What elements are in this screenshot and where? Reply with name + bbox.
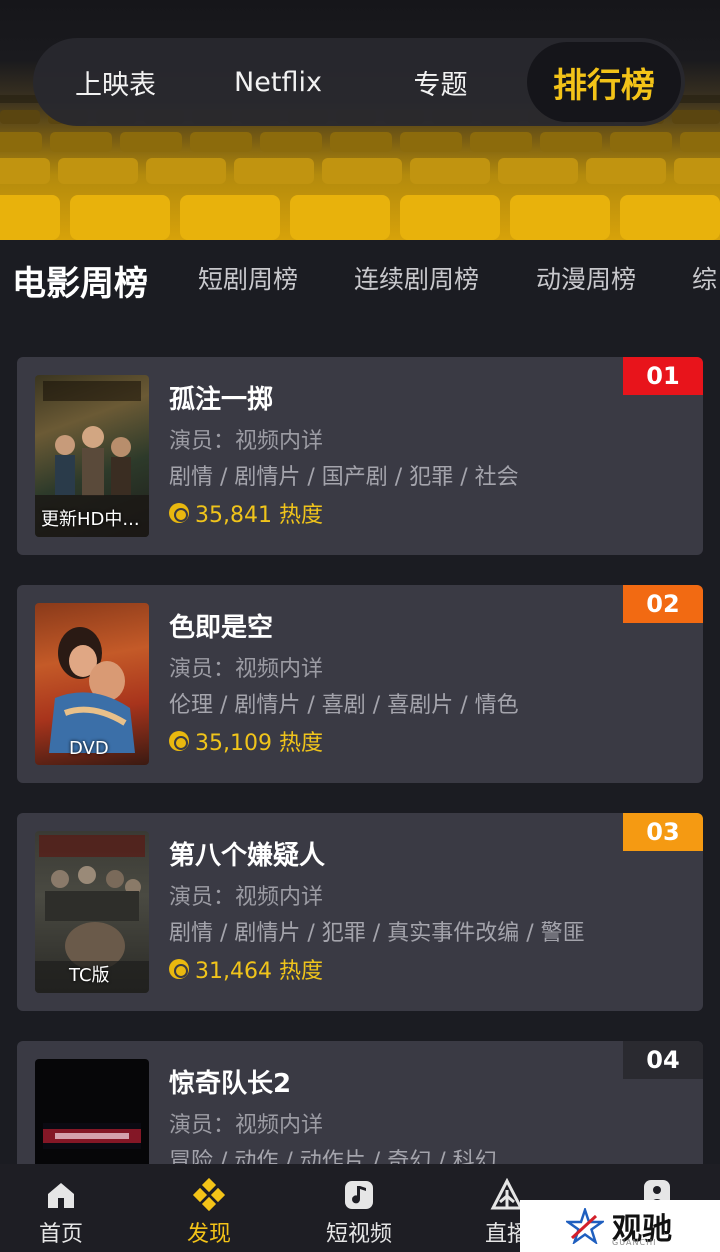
movie-actor: 演员：视频内详: [169, 1113, 324, 1138]
tab-anime-weekly[interactable]: 动漫周榜: [536, 260, 636, 296]
movie-card[interactable]: TC版 03 第八个嫌疑人 演员：视频内详 剧情 / 剧情片 / 犯罪 / 真实…: [17, 813, 703, 1011]
nav-short-video[interactable]: 短视频: [304, 1172, 414, 1248]
movie-card[interactable]: 04 惊奇队长2 演员：视频内详 冒险 / 动作 / 动作片 / 奇幻 / 科幻: [17, 1041, 703, 1164]
live-icon: [490, 1178, 524, 1210]
tab-variety-weekly[interactable]: 综: [692, 260, 717, 296]
tab-topics[interactable]: 专题: [358, 42, 523, 122]
rank-badge: 04: [623, 1041, 703, 1079]
tab-rankings[interactable]: 排行榜: [527, 42, 681, 122]
movie-poster[interactable]: DVD: [35, 603, 149, 765]
category-tab-bar: 电影周榜 短剧周榜 连续剧周榜 动漫周榜 综: [0, 240, 720, 320]
movie-actor: 演员：视频内详: [169, 885, 324, 910]
ranking-list: 更新HD中... 01 孤注一掷 演员：视频内详 剧情 / 剧情片 / 国产剧 …: [0, 320, 720, 1164]
movie-heat: 35,109 热度: [169, 725, 323, 757]
watermark: 观驰 GUANCHI: [520, 1200, 720, 1252]
tab-movie-weekly[interactable]: 电影周榜: [12, 256, 148, 305]
movie-title[interactable]: 惊奇队长2: [169, 1063, 291, 1100]
rank-badge: 03: [623, 813, 703, 851]
watermark-subtext: GUANCHI: [612, 1238, 657, 1247]
rank-badge: 02: [623, 585, 703, 623]
home-icon: [48, 1183, 74, 1208]
header-banner: 上映表 Netflix 专题 排行榜: [0, 0, 720, 240]
movie-title[interactable]: 第八个嫌疑人: [169, 835, 325, 872]
movie-genres: 伦理 / 剧情片 / 喜剧 / 喜剧片 / 情色: [169, 693, 519, 718]
movie-actor: 演员：视频内详: [169, 429, 324, 454]
poster-status-tag: TC版: [69, 965, 110, 986]
movie-poster[interactable]: 更新HD中...: [35, 375, 149, 537]
music-note-icon: [345, 1181, 373, 1209]
tab-netflix[interactable]: Netflix: [198, 42, 358, 122]
movie-poster[interactable]: [35, 1059, 149, 1164]
tab-short-drama-weekly[interactable]: 短剧周榜: [198, 260, 298, 296]
nav-short-video-label: 短视频: [325, 1222, 392, 1247]
movie-genres: 剧情 / 剧情片 / 国产剧 / 犯罪 / 社会: [169, 465, 519, 490]
star-logo-icon: [566, 1208, 604, 1244]
movie-card[interactable]: DVD 02 色即是空 演员：视频内详 伦理 / 剧情片 / 喜剧 / 喜剧片 …: [17, 585, 703, 783]
rank-badge: 01: [623, 357, 703, 395]
movie-actor: 演员：视频内详: [169, 657, 324, 682]
heat-coin-icon: [169, 503, 189, 523]
movie-heat: 35,841 热度: [169, 497, 323, 529]
movie-title[interactable]: 色即是空: [169, 607, 273, 644]
tab-schedule[interactable]: 上映表: [33, 42, 198, 122]
heat-value: 31,464 热度: [195, 959, 323, 984]
nav-discover[interactable]: 发现: [154, 1172, 264, 1248]
tab-series-weekly[interactable]: 连续剧周榜: [354, 260, 479, 296]
heat-value: 35,841 热度: [195, 503, 323, 528]
movie-genres: 剧情 / 剧情片 / 犯罪 / 真实事件改编 / 警匪: [169, 921, 585, 946]
heat-coin-icon: [169, 731, 189, 751]
movie-title[interactable]: 孤注一掷: [169, 379, 273, 416]
movie-heat: 31,464 热度: [169, 953, 323, 985]
nav-home-label: 首页: [38, 1222, 83, 1247]
poster-status-tag: 更新HD中...: [41, 509, 140, 530]
nav-discover-label: 发现: [186, 1222, 231, 1247]
movie-card[interactable]: 更新HD中... 01 孤注一掷 演员：视频内详 剧情 / 剧情片 / 国产剧 …: [17, 357, 703, 555]
movie-poster[interactable]: TC版: [35, 831, 149, 993]
poster-art: [43, 1123, 141, 1149]
nav-home[interactable]: 首页: [6, 1172, 116, 1248]
heat-coin-icon: [169, 959, 189, 979]
movie-genres: 冒险 / 动作 / 动作片 / 奇幻 / 科幻: [169, 1149, 497, 1164]
heat-value: 35,109 热度: [195, 731, 323, 756]
top-tab-bar: 上映表 Netflix 专题 排行榜: [33, 38, 685, 126]
poster-status-tag: DVD: [69, 738, 109, 759]
discover-icon: [192, 1178, 226, 1212]
